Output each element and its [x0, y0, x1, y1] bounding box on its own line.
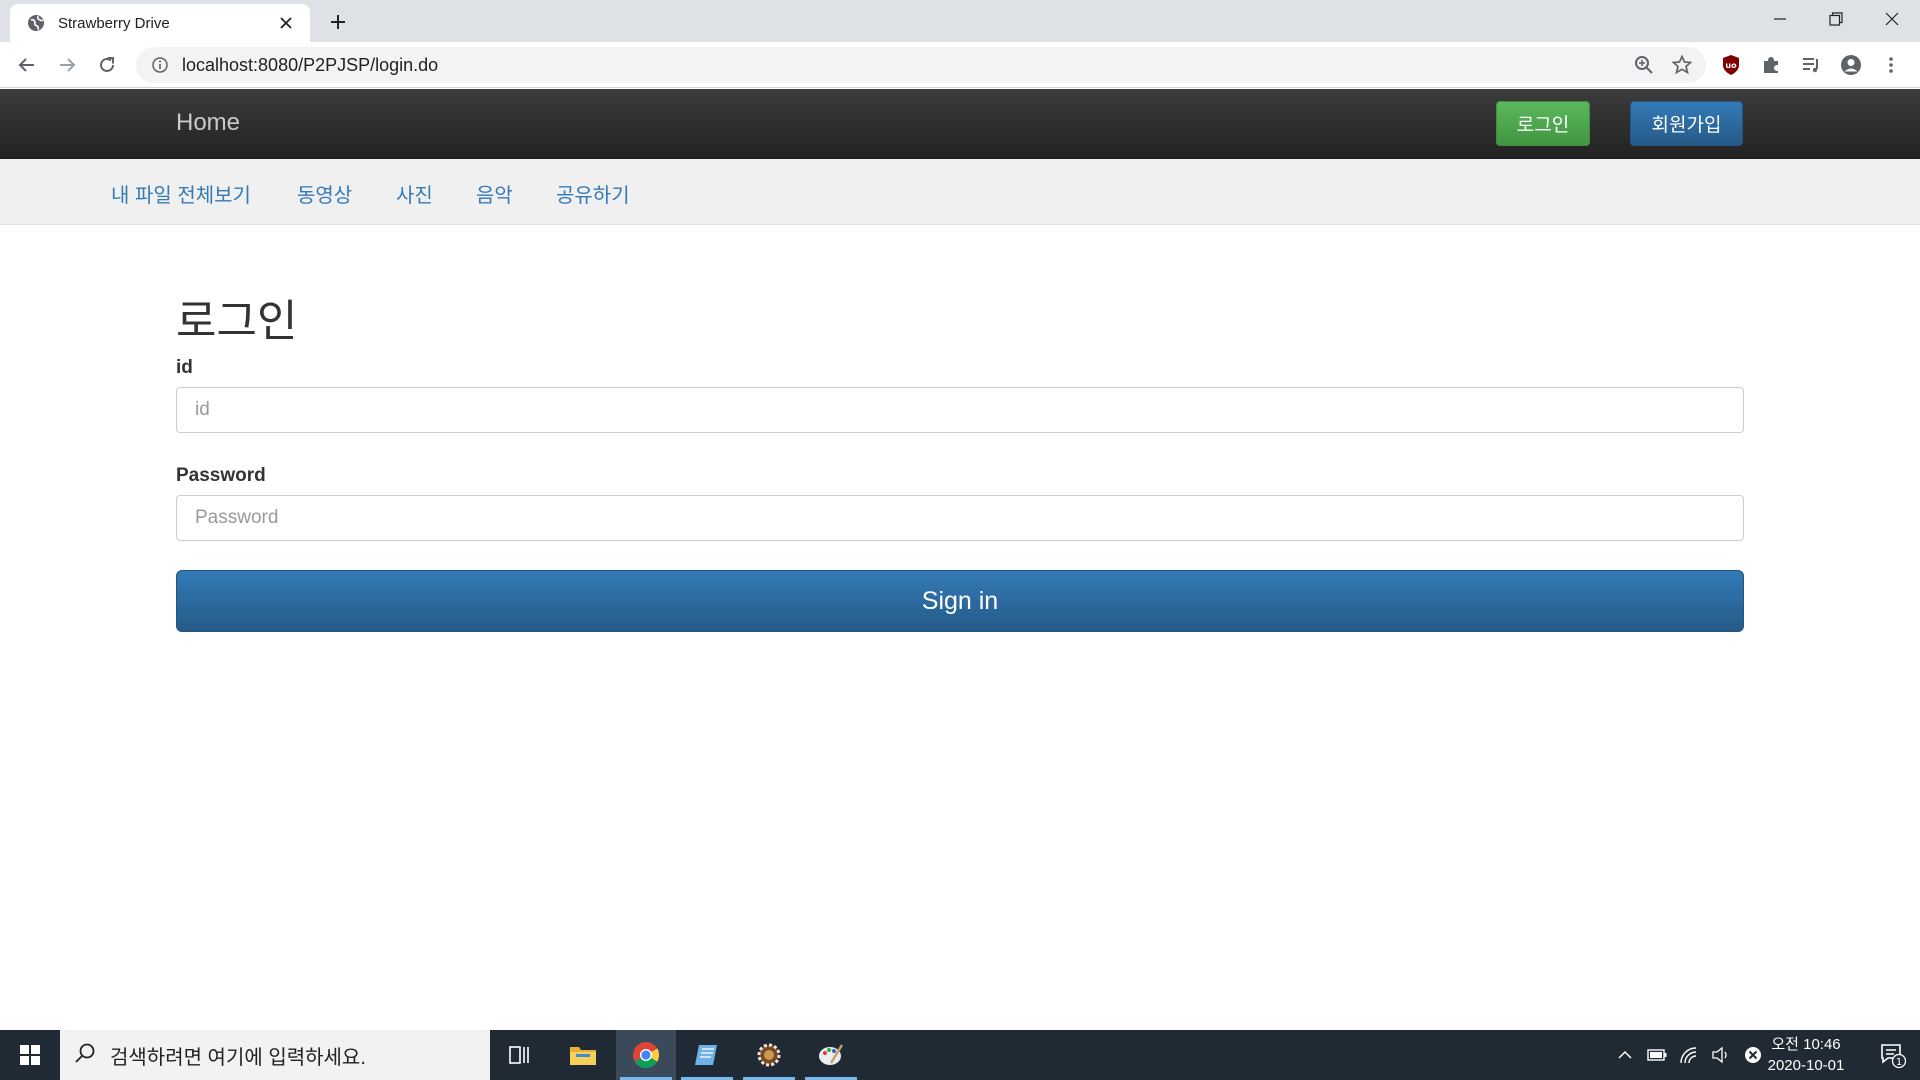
system-tray [1614, 1030, 1764, 1080]
bookmark-star-icon[interactable] [1670, 53, 1694, 77]
page-title: 로그인 [176, 297, 298, 346]
battery-icon[interactable] [1646, 1044, 1668, 1066]
extensions-area: uo [1716, 50, 1906, 80]
info-icon[interactable] [150, 55, 170, 75]
address-bar[interactable]: localhost:8080/P2PJSP/login.do [136, 47, 1706, 83]
forward-icon[interactable] [52, 50, 82, 80]
minimize-icon[interactable] [1752, 0, 1808, 38]
home-link[interactable]: Home [176, 109, 240, 137]
paint-app-icon[interactable] [801, 1030, 861, 1080]
notepad-app-icon[interactable] [677, 1030, 737, 1080]
media-playlist-icon[interactable] [1796, 50, 1826, 80]
network-disconnected-icon[interactable] [1742, 1044, 1764, 1066]
password-input[interactable] [176, 495, 1744, 541]
globe-icon [26, 13, 46, 33]
profile-avatar-icon[interactable] [1836, 50, 1866, 80]
nav-videos[interactable]: 동영상 [297, 179, 352, 208]
tab-title: Strawberry Drive [58, 14, 170, 32]
ublock-shield-icon[interactable]: uo [1716, 50, 1746, 80]
back-icon[interactable] [12, 50, 42, 80]
svg-text:uo: uo [1725, 61, 1737, 70]
chevron-up-icon[interactable] [1614, 1044, 1636, 1066]
taskbar-search-placeholder: 검색하려면 여기에 입력하세요. [110, 1046, 366, 1069]
taskbar: 검색하려면 여기에 입력하세요. 오전 10:46 2020-10-01 1 [0, 1030, 1920, 1080]
taskbar-search-box[interactable]: 검색하려면 여기에 입력하세요. [60, 1030, 490, 1080]
file-explorer-icon[interactable] [553, 1030, 613, 1080]
sign-in-button[interactable]: Sign in [176, 570, 1744, 632]
clock-time: 오전 10:46 [1771, 1036, 1841, 1053]
close-window-icon[interactable] [1864, 0, 1920, 38]
signup-button[interactable]: 회원가입 [1630, 101, 1743, 146]
id-input[interactable] [176, 387, 1744, 433]
restore-icon[interactable] [1808, 0, 1864, 38]
windows-start-icon[interactable] [0, 1030, 60, 1080]
browser-toolbar: localhost:8080/P2PJSP/login.do uo [0, 42, 1920, 88]
login-button[interactable]: 로그인 [1496, 101, 1590, 146]
nav-music[interactable]: 음악 [476, 179, 513, 208]
zoom-icon[interactable] [1632, 53, 1656, 77]
nav-share[interactable]: 공유하기 [556, 179, 630, 208]
puzzle-extensions-icon[interactable] [1756, 50, 1786, 80]
browser-tab[interactable]: Strawberry Drive [10, 4, 310, 42]
window-controls [1752, 0, 1920, 38]
search-icon [74, 1042, 96, 1069]
chrome-taskbar-icon[interactable] [616, 1030, 676, 1080]
task-view-icon[interactable] [490, 1030, 550, 1080]
speaker-volume-icon[interactable] [1710, 1044, 1732, 1066]
notification-center-icon[interactable]: 1 [1866, 1030, 1920, 1080]
id-label: id [176, 357, 193, 378]
password-label: Password [176, 465, 266, 486]
site-navbar: Home 로그인 회원가입 [0, 89, 1920, 159]
gear-app-icon[interactable] [739, 1030, 799, 1080]
clock-date: 2020-10-01 [1767, 1057, 1845, 1074]
address-url: localhost:8080/P2PJSP/login.do [182, 54, 439, 75]
wifi-icon[interactable] [1678, 1044, 1700, 1066]
reload-icon[interactable] [92, 50, 122, 80]
category-nav: 내 파일 전체보기 동영상 사진 음악 공유하기 [0, 159, 1920, 225]
taskbar-clock[interactable]: 오전 10:46 2020-10-01 [1764, 1034, 1848, 1076]
notification-count: 1 [1896, 1057, 1902, 1068]
close-tab-icon[interactable] [276, 13, 296, 33]
browser-tabstrip: Strawberry Drive [0, 0, 1920, 42]
kebab-menu-icon[interactable] [1876, 50, 1906, 80]
new-tab-button[interactable] [324, 8, 352, 36]
nav-photos[interactable]: 사진 [396, 179, 433, 208]
nav-all-files[interactable]: 내 파일 전체보기 [111, 179, 251, 208]
